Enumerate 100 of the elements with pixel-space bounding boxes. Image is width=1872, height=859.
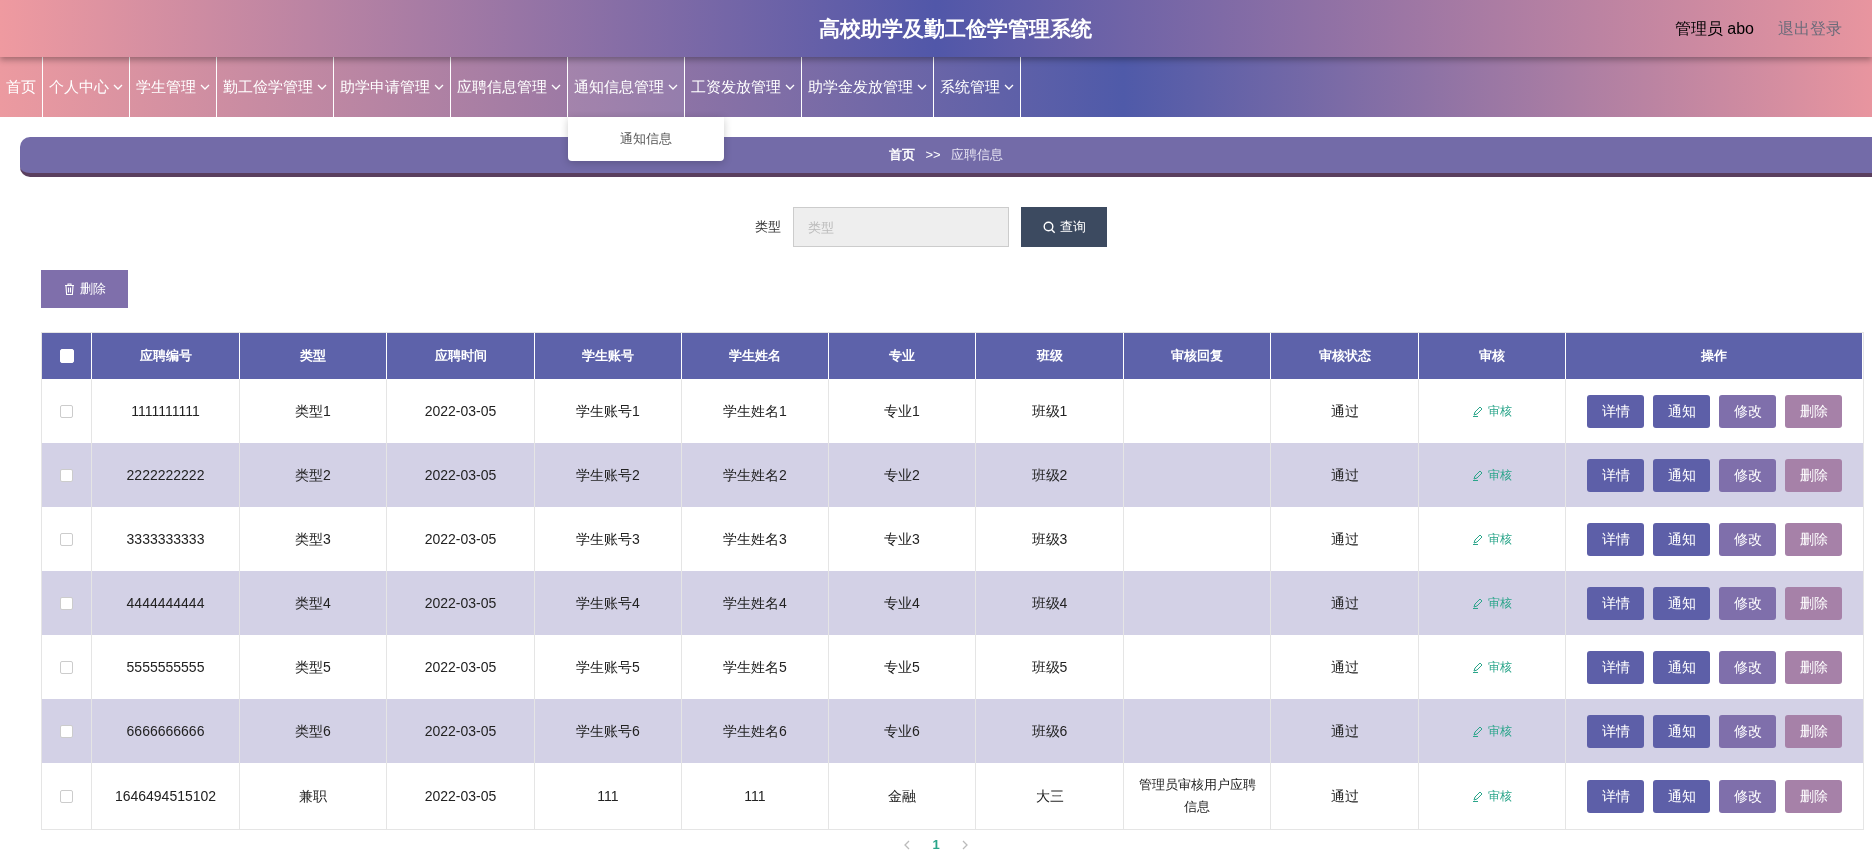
action-button[interactable]: 修改 bbox=[1719, 458, 1776, 492]
action-button[interactable]: 删除 bbox=[1785, 779, 1842, 813]
nav-item[interactable]: 助学申请管理 bbox=[334, 57, 451, 117]
table-cell-text: 类型3 bbox=[295, 529, 331, 549]
row-checkbox[interactable] bbox=[60, 660, 73, 674]
table-cell-text: 通过 bbox=[1330, 786, 1359, 806]
action-button[interactable]: 修改 bbox=[1719, 650, 1776, 684]
action-button[interactable]: 详情 bbox=[1587, 650, 1644, 684]
action-button[interactable]: 删除 bbox=[1785, 394, 1842, 428]
action-button[interactable]: 通知 bbox=[1653, 714, 1710, 748]
table-cell-text: 学生姓名5 bbox=[723, 657, 787, 677]
chevron-left-icon[interactable] bbox=[903, 839, 911, 850]
nav-item[interactable]: 通知信息管理 bbox=[568, 57, 685, 117]
row-checkbox[interactable] bbox=[60, 468, 73, 482]
table-cell-text: 通过 bbox=[1330, 529, 1359, 549]
table-cell-text: 类型6 bbox=[295, 721, 331, 741]
table-cell-text: 通过 bbox=[1330, 593, 1359, 613]
row-checkbox[interactable] bbox=[60, 596, 73, 610]
nav-item[interactable]: 勤工俭学管理 bbox=[217, 57, 334, 117]
nav-item[interactable]: 工资发放管理 bbox=[685, 57, 802, 117]
table-cell-text: 学生账号4 bbox=[576, 593, 640, 613]
action-button[interactable]: 修改 bbox=[1719, 522, 1776, 556]
table-cell-text: 类型2 bbox=[295, 465, 331, 485]
action-button[interactable]: 删除 bbox=[1785, 522, 1842, 556]
action-button[interactable]: 删除 bbox=[1785, 714, 1842, 748]
pencil-icon bbox=[1472, 725, 1483, 737]
table-cell-text: 学生姓名6 bbox=[723, 721, 787, 741]
review-link[interactable]: 审核 bbox=[1472, 658, 1512, 676]
table-cell-text: 专业6 bbox=[884, 721, 920, 741]
nav-item[interactable]: 助学金发放管理 bbox=[802, 57, 934, 117]
table-cell-text: 3333333333 bbox=[126, 529, 205, 549]
action-button[interactable]: 修改 bbox=[1719, 394, 1776, 428]
action-button[interactable]: 详情 bbox=[1587, 779, 1644, 813]
table-cell-text: 专业3 bbox=[884, 529, 920, 549]
table-cell-text: 专业4 bbox=[884, 593, 920, 613]
row-checkbox[interactable] bbox=[60, 724, 73, 738]
action-button[interactable]: 详情 bbox=[1587, 458, 1644, 492]
review-link[interactable]: 审核 bbox=[1472, 402, 1512, 420]
row-checkbox[interactable] bbox=[60, 404, 73, 418]
pencil-icon bbox=[1472, 469, 1483, 481]
nav-item[interactable]: 学生管理 bbox=[130, 57, 217, 117]
table-cell-text: 管理员审核用户应聘信息 bbox=[1137, 776, 1257, 816]
table-cell-text: 学生账号6 bbox=[576, 721, 640, 741]
pencil-icon bbox=[1472, 597, 1483, 609]
action-button[interactable]: 删除 bbox=[1785, 650, 1842, 684]
table-cell-text: 4444444444 bbox=[126, 593, 205, 613]
action-button[interactable]: 通知 bbox=[1653, 779, 1710, 813]
table-cell-text: 学生姓名3 bbox=[723, 529, 787, 549]
action-button[interactable]: 详情 bbox=[1587, 586, 1644, 620]
table-cell-text: 通过 bbox=[1330, 657, 1359, 677]
table-cell-text: 学生姓名4 bbox=[723, 593, 787, 613]
search-label: 类型 bbox=[755, 218, 781, 237]
action-button[interactable]: 通知 bbox=[1653, 394, 1710, 428]
row-checkbox[interactable] bbox=[60, 789, 73, 803]
action-button[interactable]: 详情 bbox=[1587, 714, 1644, 748]
table-cell-text: 班级6 bbox=[1031, 721, 1068, 741]
action-button[interactable]: 通知 bbox=[1653, 586, 1710, 620]
delete-button[interactable]: 删除 bbox=[41, 270, 128, 308]
table-cell-text: 2022-03-05 bbox=[424, 721, 497, 741]
nav-item[interactable]: 应聘信息管理 bbox=[451, 57, 568, 117]
table-cell-text: 班级2 bbox=[1031, 465, 1068, 485]
table-cell-text: 兼职 bbox=[299, 786, 327, 806]
table-cell-text: 2022-03-05 bbox=[424, 401, 497, 421]
breadcrumb-separator: >> bbox=[925, 146, 941, 165]
action-button[interactable]: 通知 bbox=[1653, 650, 1710, 684]
search-button[interactable]: 查询 bbox=[1021, 207, 1107, 247]
chevron-right-icon[interactable] bbox=[961, 839, 969, 850]
nav-item[interactable]: 个人中心 bbox=[43, 57, 130, 117]
breadcrumb-link[interactable]: 首页 bbox=[889, 145, 916, 165]
dropdown-item[interactable]: 通知信息 bbox=[568, 125, 724, 153]
table-cell-text: 111 bbox=[744, 786, 766, 806]
table-cell-text: 通过 bbox=[1330, 721, 1359, 741]
nav-item[interactable]: 系统管理 bbox=[934, 57, 1021, 117]
action-button[interactable]: 通知 bbox=[1653, 522, 1710, 556]
table-cell-text: 类型5 bbox=[295, 657, 331, 677]
table-cell-text: 1111111111 bbox=[131, 401, 200, 421]
action-button[interactable]: 删除 bbox=[1785, 586, 1842, 620]
review-link[interactable]: 审核 bbox=[1472, 787, 1512, 805]
action-button[interactable]: 修改 bbox=[1719, 714, 1776, 748]
action-button[interactable]: 删除 bbox=[1785, 458, 1842, 492]
table-cell-text: 2022-03-05 bbox=[424, 465, 497, 485]
select-all-checkbox[interactable] bbox=[59, 349, 74, 363]
nav-item[interactable]: 首页 bbox=[0, 57, 43, 117]
table-cell-text: 1646494515102 bbox=[114, 786, 217, 806]
action-button[interactable]: 修改 bbox=[1719, 586, 1776, 620]
action-button[interactable]: 详情 bbox=[1587, 522, 1644, 556]
action-button[interactable]: 详情 bbox=[1587, 394, 1644, 428]
table-cell-text: 通过 bbox=[1330, 465, 1359, 485]
table-cell-text: 5555555555 bbox=[126, 657, 205, 677]
row-checkbox[interactable] bbox=[60, 532, 73, 546]
table-cell-text: 学生账号5 bbox=[576, 657, 640, 677]
action-button[interactable]: 修改 bbox=[1719, 779, 1776, 813]
table-cell-text: 班级4 bbox=[1031, 593, 1068, 613]
table-cell-text: 专业5 bbox=[884, 657, 920, 677]
page-link[interactable]: 1 bbox=[932, 834, 940, 855]
pencil-icon bbox=[1472, 405, 1483, 417]
action-button[interactable]: 通知 bbox=[1653, 458, 1710, 492]
review-link[interactable]: 审核 bbox=[1472, 530, 1512, 548]
logout-link[interactable]: 退出登录 bbox=[1778, 16, 1842, 41]
table-cell-text: 学生账号2 bbox=[576, 465, 640, 485]
